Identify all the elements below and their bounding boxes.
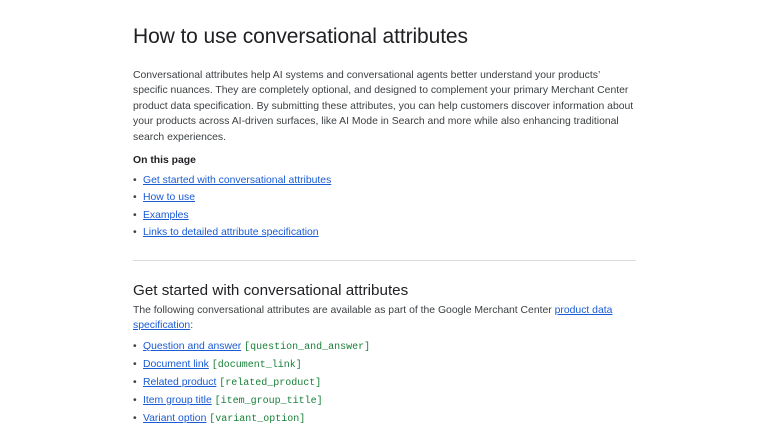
bullet: • — [133, 341, 137, 352]
toc-heading: On this page — [133, 155, 196, 166]
bullet: • — [133, 192, 137, 204]
attribute-code: [item_group_title] — [214, 395, 323, 407]
intro-paragraph: Conversational attributes help AI system… — [133, 70, 634, 143]
attribute-link-question-and-answer[interactable]: Question and answer — [143, 341, 241, 352]
toc-item: • Get started with conversational attribu… — [133, 174, 331, 191]
section-intro-colon: : — [190, 320, 194, 331]
attribute-link-variant-option[interactable]: Variant option — [143, 413, 206, 424]
attribute-item: • Variant option [variant_option] — [133, 412, 370, 430]
bullet: • — [133, 175, 137, 186]
attribute-link-item-group-title[interactable]: Item group title — [143, 395, 212, 406]
page-title: How to use conversational attributes — [133, 25, 468, 48]
attribute-list: • Question and answer [question_and_answe… — [133, 340, 370, 429]
section-intro-text: The following conversational attributes … — [133, 305, 555, 316]
attribute-item: • Item group title [item_group_title] — [133, 394, 370, 412]
attribute-link-related-product[interactable]: Related product — [143, 377, 216, 388]
bullet: • — [133, 358, 137, 370]
toc-link-get-started[interactable]: Get started with conversational attribut… — [143, 175, 331, 186]
toc-link-how-to-use[interactable]: How to use — [143, 192, 195, 203]
bullet: • — [133, 394, 137, 406]
toc-list: • Get started with conversational attribu… — [133, 174, 331, 243]
attribute-link-document-link[interactable]: Document link — [143, 359, 209, 370]
section-intro: The following conversational attributes … — [133, 303, 636, 333]
attribute-code: [related_product] — [219, 377, 322, 389]
attribute-item: • Document link [document_link] — [133, 358, 370, 376]
attribute-code: [question_and_answer] — [244, 342, 371, 353]
attribute-code: [document_link] — [211, 359, 302, 371]
toc-item: • Examples — [133, 209, 331, 226]
toc-item: • Links to detailed attribute specificati… — [133, 226, 331, 243]
section-heading: Get started with conversational attribut… — [133, 282, 409, 299]
toc-link-examples[interactable]: Examples — [143, 210, 189, 221]
bullet: • — [133, 412, 137, 424]
attribute-code: [variant_option] — [209, 413, 306, 425]
bullet: • — [133, 226, 137, 238]
section-divider — [133, 260, 636, 261]
attribute-item: • Question and answer [question_and_answe… — [133, 340, 370, 358]
bullet: • — [133, 209, 137, 221]
attribute-item: • Related product [related_product] — [133, 376, 370, 394]
bullet: • — [133, 376, 137, 388]
toc-link-specification[interactable]: Links to detailed attribute specificatio… — [143, 227, 319, 238]
toc-item: • How to use — [133, 191, 331, 208]
